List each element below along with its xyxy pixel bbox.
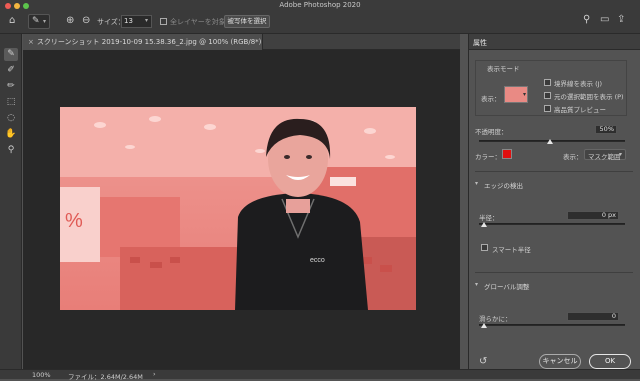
show-edges-checkbox[interactable] — [544, 79, 551, 86]
radius-slider-thumb[interactable] — [481, 222, 487, 227]
show-edges-label: 境界線を表示 (J) — [554, 80, 603, 88]
ok-button[interactable]: OK — [589, 354, 631, 369]
quick-selection-brush-icon: ✎ — [32, 16, 40, 26]
document-tab-title: スクリーンショット 2019-10-09 15.38.36_2.jpg @ 10… — [36, 38, 262, 46]
smart-radius-label: スマート半径 — [492, 246, 531, 254]
display-select-value: マスク範囲 — [588, 153, 621, 161]
view-mode-group: 表示モード 表示： ▾ 境界線を表示 (J) 元の選択範囲を表示 (P) 高品質… — [475, 60, 627, 116]
smooth-label: 滑らかに： — [479, 315, 512, 323]
properties-panel-header: 属性 — [469, 34, 640, 50]
display-label: 表示： — [563, 153, 583, 161]
document-tab[interactable]: × スクリーンショット 2019-10-09 15.38.36_2.jpg @ 1… — [23, 34, 263, 50]
svg-text:%: % — [65, 210, 83, 232]
home-icon[interactable]: ⌂ — [9, 15, 15, 26]
chevron-down-icon[interactable]: ▾ — [475, 180, 478, 187]
tools-panel: ✎ ✐ ✏ ⬚ ◌ ✋ ⚲ — [0, 34, 22, 369]
subtract-from-selection-icon[interactable]: ⊖ — [82, 15, 90, 26]
brush-tool-icon[interactable]: ✏ — [4, 80, 18, 93]
opacity-slider-thumb[interactable] — [547, 139, 553, 144]
tool-preset-picker[interactable]: ✎ ▾ — [28, 14, 50, 29]
zoom-level[interactable]: 100% — [32, 371, 51, 379]
edge-detection-heading[interactable]: エッジの検出 — [484, 180, 523, 190]
quick-selection-tool-icon[interactable]: ✎ — [4, 48, 18, 61]
section-divider — [475, 272, 633, 273]
smooth-input[interactable]: 0 — [567, 312, 619, 321]
high-quality-preview-label: 高品質プレビュー — [554, 106, 606, 114]
opacity-input[interactable]: 50% — [595, 125, 617, 134]
radius-label: 半径： — [479, 214, 499, 222]
chevron-down-icon: ▾ — [523, 91, 527, 98]
radius-input[interactable]: 0 px — [567, 211, 619, 220]
status-bar: 100% ファイル：2.64M/2.64M › — [0, 369, 640, 381]
title-bar: Adobe Photoshop 2020 — [0, 0, 640, 10]
view-label: 表示： — [481, 95, 501, 103]
smooth-slider-thumb[interactable] — [481, 323, 487, 328]
close-tab-icon[interactable]: × — [28, 38, 34, 46]
svg-text:ecco: ecco — [310, 257, 325, 264]
search-icon[interactable]: ⚲ — [583, 14, 590, 25]
chevron-down-icon: ▾ — [619, 151, 623, 158]
add-to-selection-icon[interactable]: ⊕ — [66, 15, 74, 26]
cancel-button[interactable]: キャンセル — [539, 354, 581, 369]
select-subject-button[interactable]: 被写体を選択 — [224, 15, 270, 28]
opacity-label: 不透明度： — [475, 128, 508, 136]
document-image[interactable]: % ecco — [60, 107, 416, 310]
zoom-tool-icon[interactable]: ⚲ — [4, 144, 18, 157]
options-bar: ⌂ ✎ ▾ ⊕ ⊖ サイズ： 13 ▾ 全レイヤーを対象 被写体を選択 ⚲ ▭ … — [0, 10, 640, 34]
radius-slider-track[interactable] — [479, 223, 625, 225]
properties-panel-title: 属性 — [473, 39, 487, 47]
reset-icon[interactable]: ↺ — [479, 356, 487, 367]
properties-panel: 属性 表示モード 表示： ▾ 境界線を表示 (J) 元の選択範囲を表示 (P) … — [468, 34, 640, 369]
high-quality-preview-checkbox[interactable] — [544, 105, 551, 112]
color-swatch[interactable] — [502, 149, 512, 159]
refine-edge-brush-icon[interactable]: ✐ — [4, 64, 18, 77]
app-title: Adobe Photoshop 2020 — [279, 1, 361, 9]
file-info: ファイル：2.64M/2.64M — [68, 373, 143, 381]
smooth-slider-track[interactable] — [479, 324, 625, 326]
section-divider — [475, 171, 633, 172]
workspace-icon[interactable]: ▭ — [600, 14, 609, 25]
smart-radius-checkbox[interactable] — [481, 244, 488, 251]
show-original-label: 元の選択範囲を表示 (P) — [554, 93, 624, 101]
global-refinements-heading[interactable]: グローバル調整 — [484, 281, 529, 291]
sample-all-layers-checkbox[interactable] — [160, 18, 167, 25]
document-tab-bar: × スクリーンショット 2019-10-09 15.38.36_2.jpg @ 1… — [23, 34, 460, 50]
chevron-down-icon[interactable]: ▾ — [475, 281, 478, 288]
view-mode-heading: 表示モード — [487, 65, 520, 73]
display-select[interactable]: マスク範囲 ▾ — [584, 149, 626, 161]
photo-illustration: % ecco — [60, 107, 416, 310]
share-icon[interactable]: ⇪ — [617, 14, 625, 25]
view-mode-thumbnail[interactable]: ▾ — [504, 86, 528, 103]
show-original-checkbox[interactable] — [544, 92, 551, 99]
color-label: カラー： — [475, 153, 501, 161]
lasso-tool-icon[interactable]: ◌ — [4, 112, 18, 125]
chevron-down-icon: ▾ — [43, 18, 47, 25]
sample-all-layers-label: 全レイヤーを対象 — [170, 18, 226, 26]
size-dropdown-icon[interactable]: ▾ — [145, 17, 148, 24]
status-menu-icon[interactable]: › — [153, 370, 156, 378]
hand-tool-icon[interactable]: ✋ — [4, 128, 18, 141]
object-selection-tool-icon[interactable]: ⬚ — [4, 96, 18, 109]
